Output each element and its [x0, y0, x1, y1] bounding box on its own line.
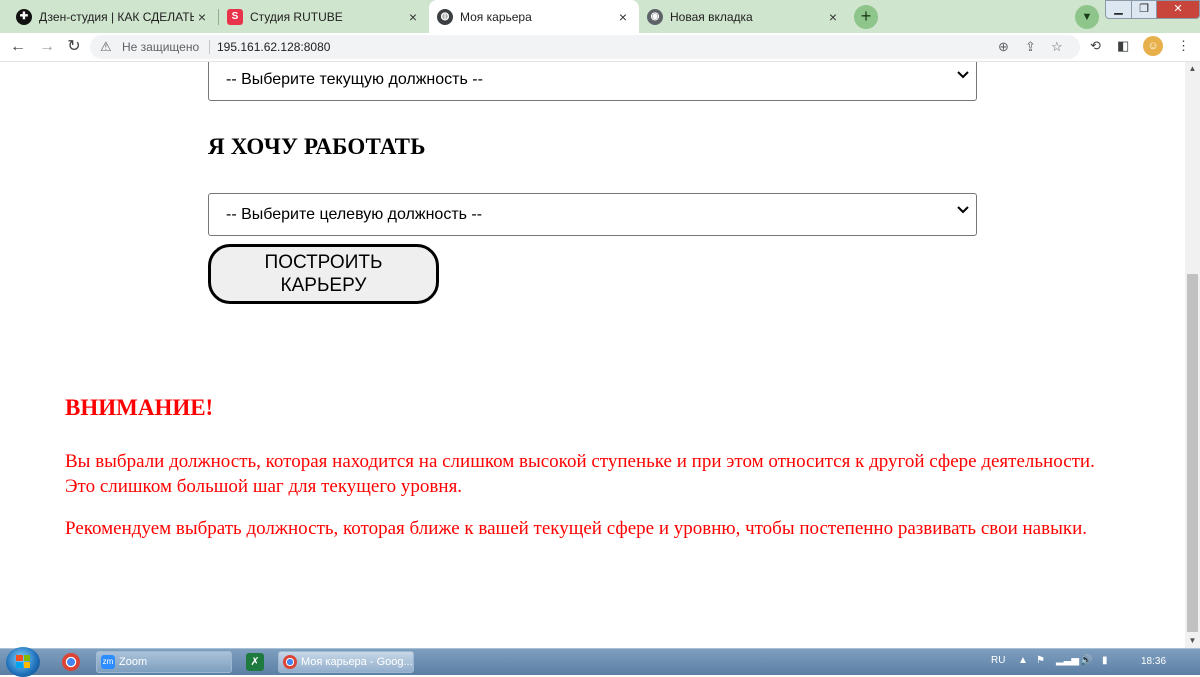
windows-logo-icon [16, 655, 30, 668]
forward-button[interactable]: → [36, 36, 58, 58]
select-value: -- Выберите текущую должность -- [226, 71, 483, 88]
tab-dzen-studio[interactable]: ✚ Дзен-студия | КАК СДЕЛАТЬ КО × [8, 3, 218, 30]
chrome-icon[interactable] [62, 653, 80, 671]
share-icon[interactable]: ⇪ [1025, 39, 1036, 55]
taskbar: zm Zoom ✗ Моя карьера - Goog... RU ▲ ⚑ ▂… [0, 647, 1200, 677]
new-tab-button[interactable]: + [854, 5, 878, 29]
tab-strip: ✚ Дзен-студия | КАК СДЕЛАТЬ КО × S Студи… [0, 0, 1200, 33]
bookmark-star-icon[interactable]: ☆ [1051, 39, 1063, 55]
tab-my-career[interactable]: ◍ Моя карьера × [429, 0, 639, 33]
close-icon[interactable]: × [194, 9, 210, 25]
divider [209, 40, 210, 54]
avatar[interactable]: ☺ [1143, 36, 1163, 56]
globe-icon: ◍ [437, 8, 453, 25]
current-position-select[interactable]: -- Выберите текущую должность -- [208, 62, 977, 101]
side-panel-icon[interactable]: ◧ [1117, 38, 1129, 54]
close-icon[interactable]: × [405, 9, 421, 25]
maximize-button[interactable]: ❐ [1131, 0, 1157, 19]
warning-paragraph-2: Рекомендуем выбрать должность, которая б… [65, 518, 1087, 539]
tab-title: Новая вкладка [670, 9, 753, 24]
chevron-down-icon [957, 206, 969, 214]
url-text[interactable]: 195.161.62.128:8080 [217, 40, 330, 54]
minimize-button[interactable]: ▁ [1105, 0, 1132, 19]
back-button[interactable]: ← [7, 36, 29, 58]
warning-triangle-icon[interactable]: ⚠ [100, 39, 112, 55]
taskbar-button-label: Моя карьера - Goog... [301, 656, 413, 668]
show-hidden-icons-icon[interactable]: ▲ [1018, 655, 1028, 666]
dzen-icon: ✚ [16, 8, 32, 25]
reload-button[interactable]: ↻ [63, 36, 85, 58]
tab-title: Моя карьера [460, 9, 532, 24]
page-title: Я ХОЧУ РАБОТАТЬ [208, 134, 426, 159]
close-icon[interactable]: × [825, 9, 841, 25]
tab-rutube-studio[interactable]: S Студия RUTUBE × [219, 3, 429, 30]
build-button-line1: ПОСТРОИТЬ [264, 252, 383, 273]
address-bar[interactable]: ⚠ Не защищено 195.161.62.128:8080 ⊕ ⇪ ☆ [90, 35, 1080, 59]
network-signal-icon[interactable]: ▂▃▅ [1056, 655, 1079, 666]
tab-search-button[interactable]: ▼ [1075, 5, 1099, 29]
build-career-button[interactable]: ПОСТРОИТЬ КАРЬЕРУ [208, 244, 439, 304]
close-icon[interactable]: × [615, 9, 631, 25]
action-center-flag-icon[interactable]: ⚑ [1036, 655, 1045, 666]
browser-toolbar: ← → ↻ ⚠ Не защищено 195.161.62.128:8080 … [0, 33, 1200, 62]
tab-new-tab[interactable]: ◉ Новая вкладка × [639, 3, 849, 30]
scroll-thumb[interactable] [1187, 274, 1198, 632]
target-position-select[interactable]: -- Выберите целевую должность -- [208, 193, 977, 236]
warning-paragraph-1: Вы выбрали должность, которая находится … [65, 451, 1095, 497]
menu-kebab-icon[interactable]: ⋮ [1177, 38, 1190, 54]
tab-title: Студия RUTUBE [250, 9, 343, 24]
page-scrollbar[interactable]: ▲ ▼ [1185, 62, 1200, 648]
battery-icon[interactable]: ▮ [1102, 655, 1108, 666]
select-value: -- Выберите целевую должность -- [226, 206, 483, 223]
zoom-icon[interactable]: ⊕ [998, 39, 1009, 55]
close-window-button[interactable]: ✕ [1156, 0, 1200, 19]
taskbar-chrome-window-button[interactable]: Моя карьера - Goog... [278, 651, 414, 673]
security-label[interactable]: Не защищено [122, 40, 199, 54]
scroll-up-arrow-icon[interactable]: ▲ [1185, 62, 1200, 76]
extension-icon[interactable]: ⟲ [1090, 38, 1101, 54]
warning-title: ВНИМАНИЕ! [65, 395, 214, 420]
volume-icon[interactable]: 🔊 [1080, 655, 1092, 666]
chrome-icon: ◉ [647, 8, 663, 25]
tab-title: Дзен-студия | КАК СДЕЛАТЬ КО [39, 9, 194, 24]
taskbar-zoom-button[interactable]: zm Zoom [96, 651, 232, 673]
build-button-line2: КАРЬЕРУ [280, 275, 367, 296]
page-content: -- Выберите текущую должность -- Я ХОЧУ … [0, 62, 1185, 648]
chevron-down-icon [957, 71, 969, 79]
zoom-app-icon: zm [101, 655, 115, 669]
start-button[interactable] [6, 647, 40, 677]
chrome-icon [283, 655, 297, 669]
scroll-down-arrow-icon[interactable]: ▼ [1185, 634, 1200, 648]
clock-time[interactable]: 18:36 [1141, 656, 1166, 667]
rutube-icon: S [227, 8, 243, 25]
excel-icon[interactable]: ✗ [246, 653, 264, 671]
taskbar-button-label: Zoom [119, 656, 148, 668]
language-indicator[interactable]: RU [991, 655, 1005, 666]
